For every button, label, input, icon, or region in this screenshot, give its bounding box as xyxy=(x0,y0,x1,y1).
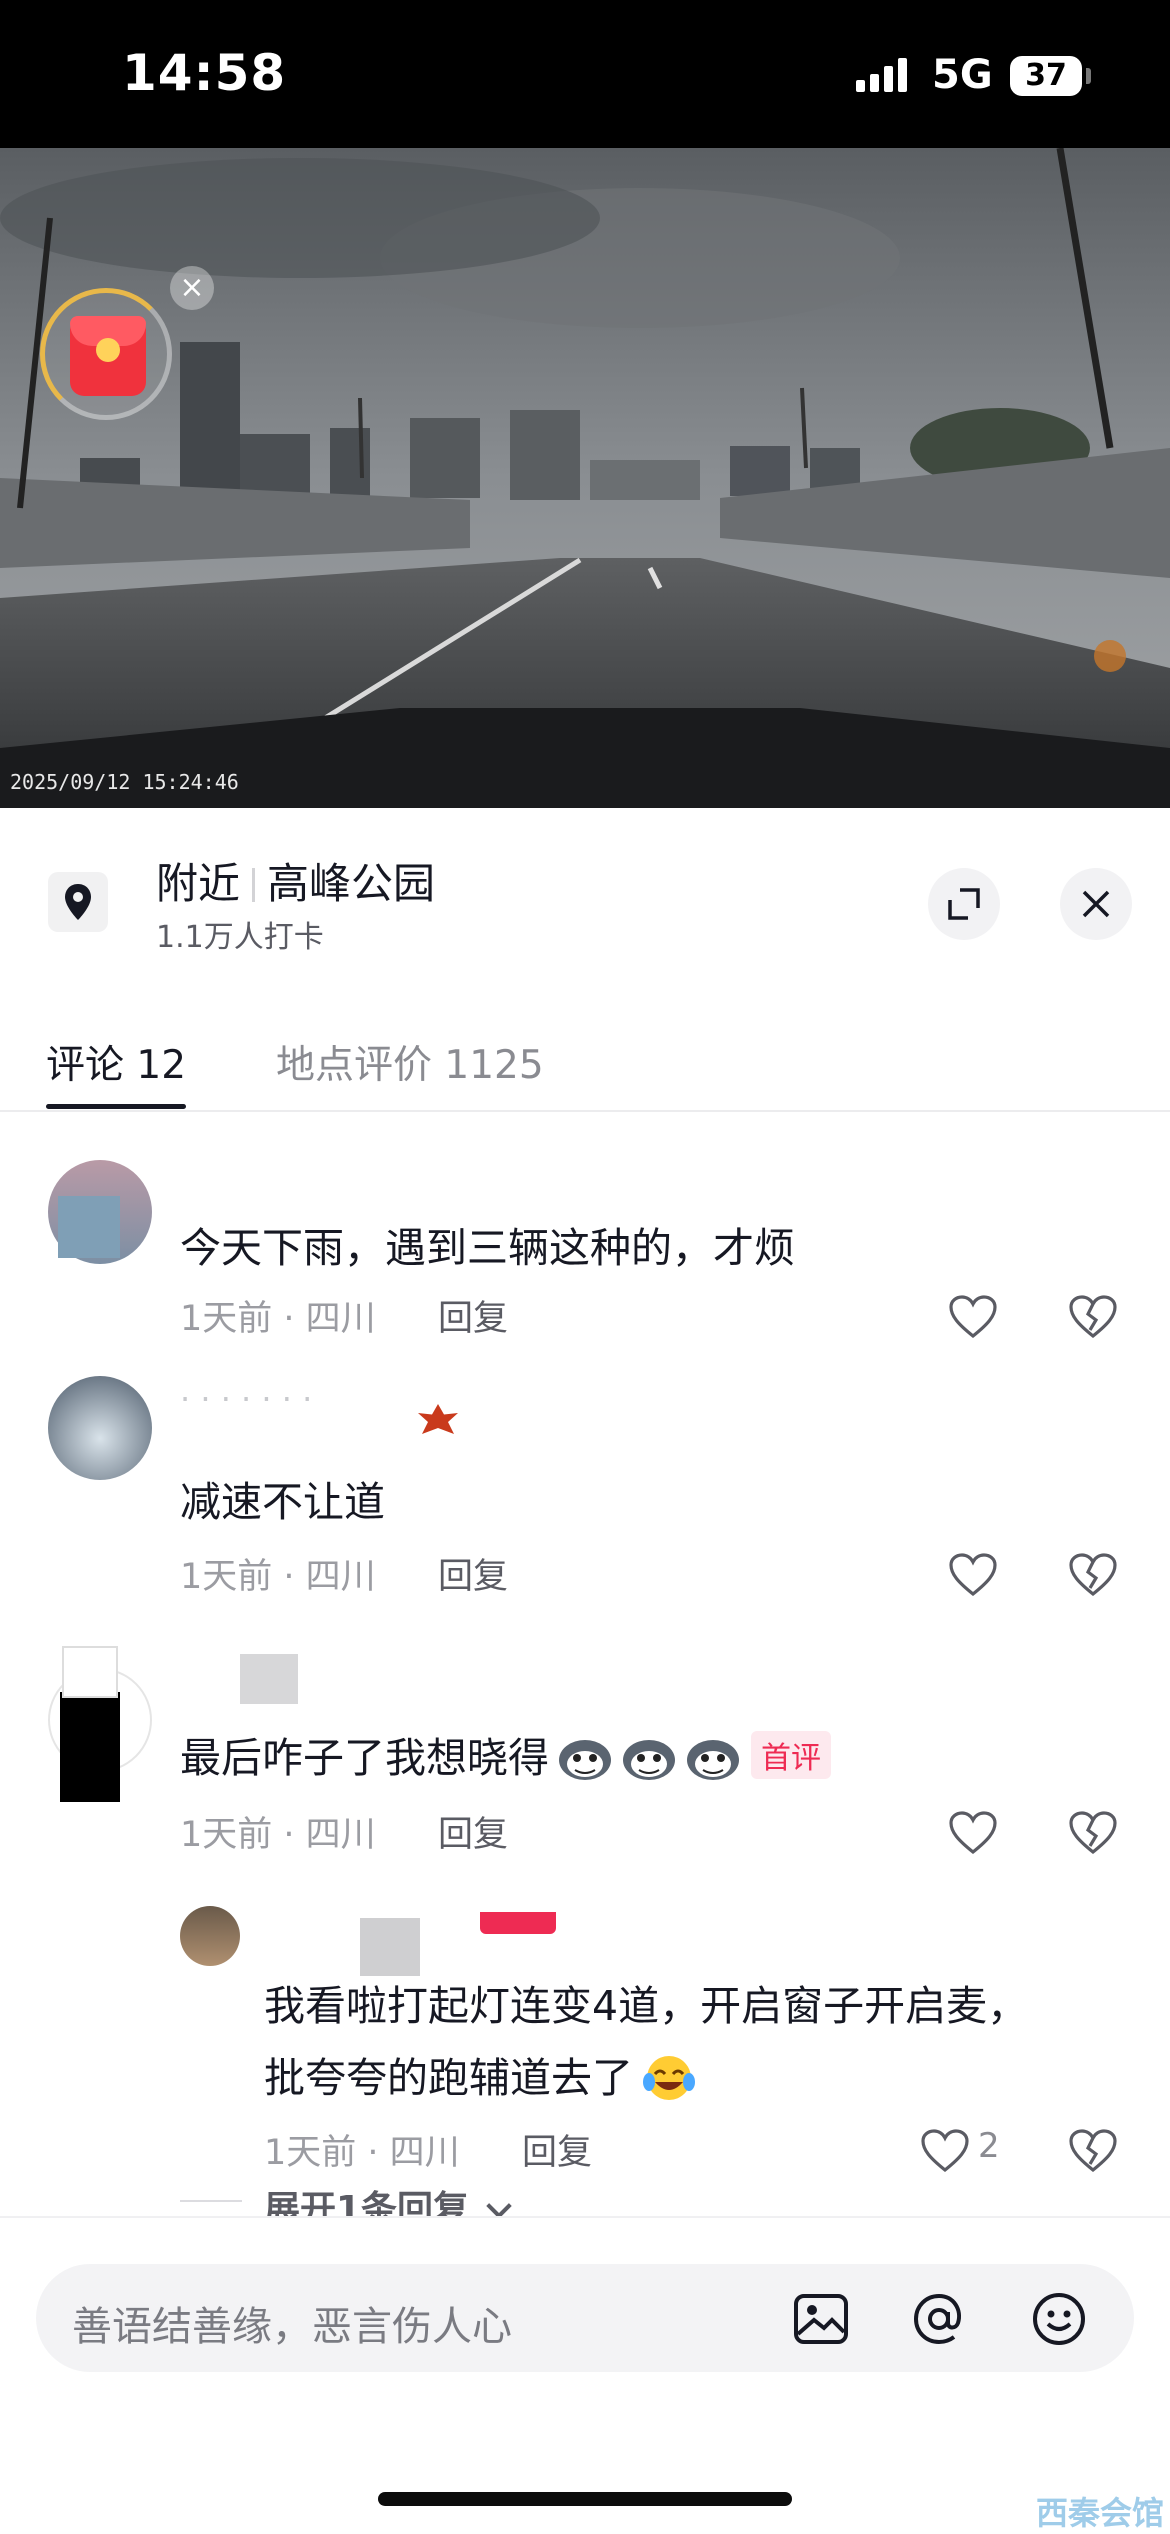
dog-emoji-icon xyxy=(557,1732,613,1782)
reply-button[interactable]: 回复 xyxy=(438,1806,508,1857)
username-partial: · · · · · · · xyxy=(180,1380,313,1418)
comment-meta: 1天前 · 四川 xyxy=(180,1815,376,1855)
signal-icon xyxy=(856,58,907,92)
emoji-icon[interactable] xyxy=(1030,2290,1088,2348)
reply-meta: 1天前 · 四川 xyxy=(264,2133,460,2173)
reply-body: 批夸夸的跑辅道去了 xyxy=(264,2054,633,2102)
comment-text: 今天下雨，遇到三辆这种的，才烦 xyxy=(180,1224,795,1272)
comment-text: 减速不让道 xyxy=(180,1478,385,1526)
reply-avatar[interactable] xyxy=(180,1906,240,1966)
battery-icon: 37 xyxy=(1010,56,1082,96)
location-title[interactable]: 附近 高峰公园 xyxy=(156,850,435,911)
title-divider xyxy=(252,868,256,902)
comment-body: 最后咋子了我想晓得 xyxy=(180,1734,549,1782)
location-name: 高峰公园 xyxy=(267,859,436,908)
tab-comments[interactable]: 评论 12 xyxy=(46,1034,186,1090)
red-packet-icon[interactable] xyxy=(70,316,146,396)
comment-meta: 1天前 · 四川 xyxy=(180,1299,376,1339)
image-icon[interactable] xyxy=(792,2290,850,2348)
comment-meta: 1天前 · 四川 xyxy=(180,1557,376,1597)
author-badge xyxy=(480,1912,556,1934)
comment-panel: 附近 高峰公园 1.1万人打卡 评论 12 地点评价 1125 今天下雨，遇到三辆… xyxy=(0,808,1170,2534)
crying-laughing-emoji-icon xyxy=(641,2052,697,2102)
video-player[interactable]: 2025/09/12 15:24:46 × xyxy=(0,148,1170,808)
avatar[interactable] xyxy=(48,1376,152,1480)
username-mosaic xyxy=(360,1918,420,1976)
heart-icon[interactable] xyxy=(920,2128,970,2174)
avatar-mosaic xyxy=(62,1646,118,1698)
like-count: 2 xyxy=(978,2126,1000,2166)
location-pin-icon xyxy=(48,872,108,932)
reply-button[interactable]: 回复 xyxy=(438,1548,508,1599)
reply-text-line1: 我看啦打起灯连变4道，开启窗子开启麦， xyxy=(264,1982,1029,2030)
heart-icon[interactable] xyxy=(948,1552,998,1598)
reply-button[interactable]: 回复 xyxy=(438,1290,508,1341)
avatar-mosaic xyxy=(60,1692,120,1802)
watermark: 西秦会馆 xyxy=(1036,2494,1165,2532)
battery-tip xyxy=(1086,68,1091,84)
comment-text: 最后咋子了我想晓得 首评 xyxy=(180,1724,831,1784)
broken-heart-icon[interactable] xyxy=(1068,1810,1118,1856)
video-timestamp: 2025/09/12 15:24:46 xyxy=(10,770,239,794)
network-type: 5G xyxy=(932,52,993,98)
home-indicator[interactable] xyxy=(378,2492,792,2506)
at-icon[interactable] xyxy=(910,2290,968,2348)
broken-heart-icon[interactable] xyxy=(1068,2128,1118,2174)
status-time: 14:58 xyxy=(122,44,287,102)
broken-heart-icon[interactable] xyxy=(1068,1294,1118,1340)
heart-icon[interactable] xyxy=(948,1294,998,1340)
reply-text-line2: 批夸夸的跑辅道去了 xyxy=(264,2044,697,2104)
checkin-count: 1.1万人打卡 xyxy=(156,920,324,955)
expand-button[interactable] xyxy=(928,868,1000,940)
reply-button[interactable]: 回复 xyxy=(522,2124,592,2175)
maple-leaf-icon xyxy=(418,1404,458,1434)
expand-icon xyxy=(948,888,980,920)
tab-reviews[interactable]: 地点评价 1125 xyxy=(276,1034,544,1090)
dashcam-scene xyxy=(0,148,1170,808)
comment-input-placeholder: 善语结善缘，恶言伤人心 xyxy=(72,2304,512,2350)
location-prefix: 附近 xyxy=(156,859,241,908)
close-icon[interactable]: × xyxy=(170,266,214,310)
close-panel-button[interactable] xyxy=(1060,868,1132,940)
tab-underline xyxy=(46,1104,186,1109)
tab-bar: 评论 12 地点评价 1125 xyxy=(0,1014,1170,1112)
avatar-mosaic xyxy=(58,1196,120,1258)
heart-icon[interactable] xyxy=(948,1810,998,1856)
status-bar: 14:58 5G 37 xyxy=(0,0,1170,148)
username-mosaic xyxy=(240,1654,298,1704)
broken-heart-icon[interactable] xyxy=(1068,1552,1118,1598)
first-comment-badge: 首评 xyxy=(751,1731,831,1779)
comment-input[interactable]: 善语结善缘，恶言伤人心 xyxy=(36,2264,1134,2372)
chevron-down-icon xyxy=(485,2193,512,2219)
dog-emoji-icon xyxy=(685,1732,741,1782)
expand-divider xyxy=(180,2200,242,2202)
close-icon xyxy=(1082,890,1110,918)
dog-emoji-icon xyxy=(621,1732,677,1782)
